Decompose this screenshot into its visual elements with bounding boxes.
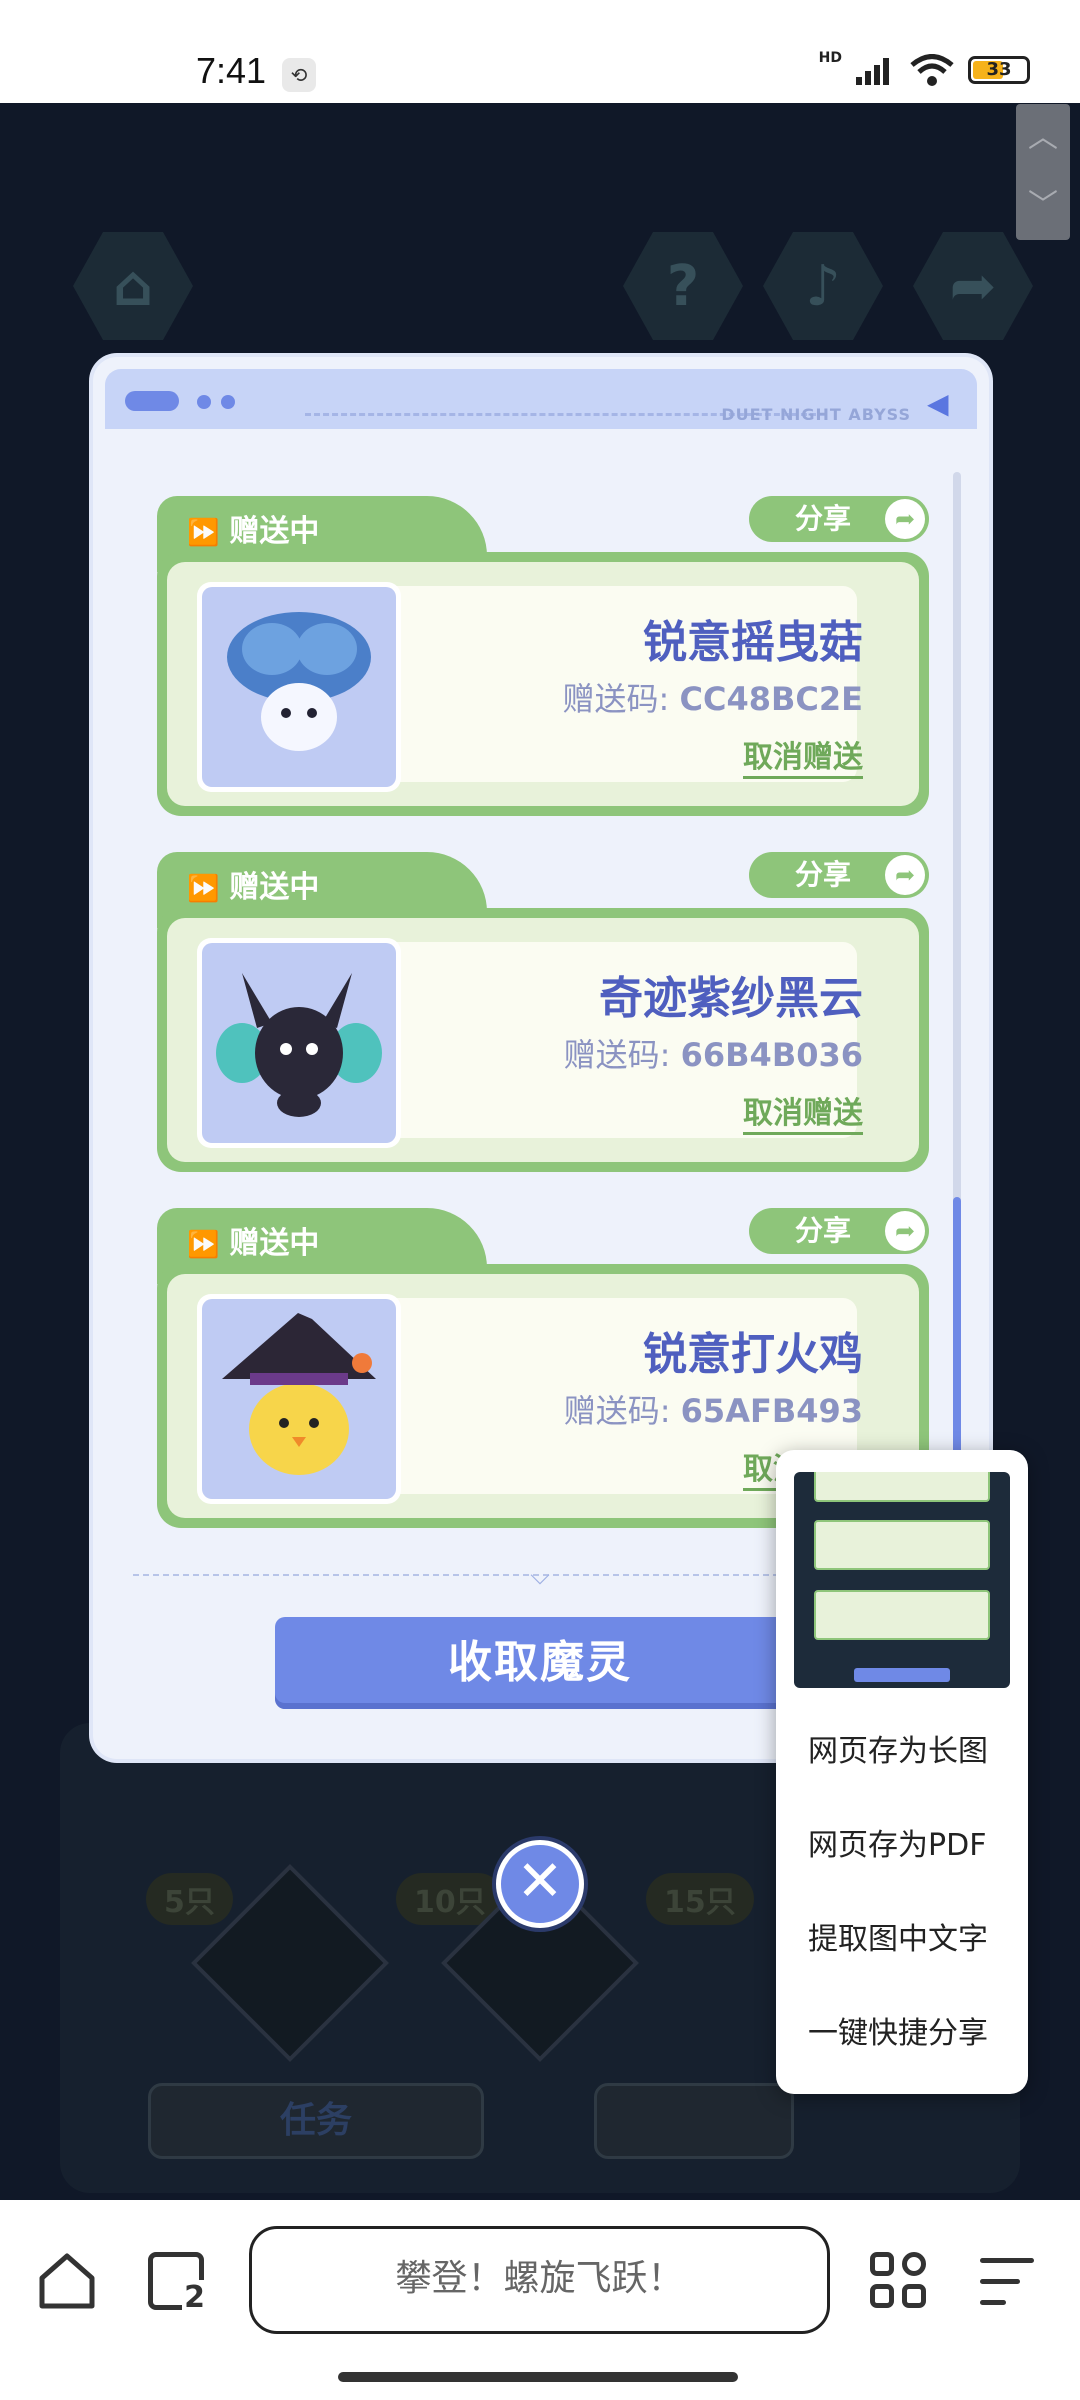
address-bar[interactable]: 攀登！螺旋飞跃！ (249, 2226, 830, 2334)
home-icon[interactable] (36, 2250, 98, 2312)
page-preview-thumbnail[interactable] (794, 1472, 1010, 1688)
collapse-icon[interactable]: ◀ (927, 389, 957, 419)
menu-icon[interactable] (980, 2254, 1038, 2310)
dialog-scroll-thumb[interactable] (953, 1197, 961, 1492)
share-icon: ➦ (913, 232, 1033, 340)
browser-bottom-bar: 2 攀登！螺旋飞跃！ (0, 2200, 1080, 2400)
bg-button (594, 2083, 794, 2159)
header-brand: DUET NIGHT ABYSS (721, 405, 911, 424)
home-icon: ⌂ (73, 232, 193, 340)
status-bar: 7:41 ⟲ HD 33 (0, 0, 1080, 103)
close-icon: ✕ (516, 1849, 564, 1914)
chevron-down-icon[interactable]: ﹀ (1016, 172, 1070, 240)
help-icon: ? (623, 232, 743, 340)
bg-tag: 15只 (646, 1873, 754, 1925)
page-scroll-control[interactable]: ︿ ﹀ (1016, 104, 1070, 240)
pet-thumbnail (197, 582, 401, 792)
share-arrow-icon: ➦ (885, 1211, 925, 1251)
close-dialog-button[interactable]: ✕ (496, 1840, 584, 1928)
fast-forward-icon: ⏩ (187, 1230, 220, 1260)
dialog-header: DUET NIGHT ABYSS ◀ (105, 369, 977, 429)
share-arrow-icon: ➦ (885, 855, 925, 895)
header-dot (221, 395, 235, 409)
music-icon: ♪ (763, 232, 883, 340)
header-pill (125, 391, 179, 411)
status-time: 7:41 (196, 50, 267, 91)
battery-icon: 33 (968, 56, 1030, 84)
pet-name: 锐意打火鸡 (643, 1329, 863, 1380)
share-button[interactable]: 分享 ➦ (749, 852, 929, 898)
mushroom-pet-image (227, 612, 371, 751)
network-type-label: HD (818, 50, 842, 66)
screenshot-context-menu: 网页存为长图 网页存为PDF 提取图中文字 一键快捷分享 (776, 1450, 1028, 2094)
share-button[interactable]: 分享 ➦ (749, 496, 929, 542)
card-status: 赠送中 (229, 1226, 320, 1261)
bg-tag: 5只 (146, 1873, 233, 1925)
tabs-button[interactable]: 2 (148, 2252, 207, 2315)
cancel-gift-link[interactable]: 取消赠送 (743, 732, 863, 779)
share-label: 分享 (795, 502, 852, 535)
gift-code: 赠送码: 66B4B036 (563, 1036, 863, 1074)
menu-item-quick-share[interactable]: 一键快捷分享 (808, 2008, 988, 2052)
chick-pet-image (222, 1313, 376, 1475)
pet-thumbnail (197, 1294, 401, 1504)
task-button: 任务 (148, 2083, 484, 2159)
card-status: 赠送中 (229, 514, 320, 549)
pet-name: 锐意摇曳菇 (643, 617, 863, 668)
gift-code: 赠送码: CC48BC2E (562, 680, 863, 718)
cancel-gift-link[interactable]: 取消赠送 (743, 1088, 863, 1135)
apps-grid-icon[interactable] (870, 2252, 928, 2310)
share-button[interactable]: 分享 ➦ (749, 1208, 929, 1254)
pet-name: 奇迹紫纱黑云 (599, 973, 863, 1024)
chevron-up-icon[interactable]: ︿ (1016, 104, 1070, 172)
fast-forward-icon: ⏩ (187, 518, 220, 548)
menu-item-extract-text[interactable]: 提取图中文字 (808, 1914, 988, 1958)
tab-count: 2 (182, 2280, 207, 2315)
wifi-icon (910, 54, 954, 86)
share-label: 分享 (795, 858, 852, 891)
collect-pets-button[interactable]: 收取魔灵 (275, 1617, 805, 1709)
status-icons: HD 33 (819, 50, 1030, 86)
gift-code: 赠送码: 65AFB493 (563, 1392, 863, 1430)
signal-icon (856, 58, 889, 85)
card-status: 赠送中 (229, 870, 320, 905)
share-arrow-icon: ➦ (885, 499, 925, 539)
header-dot (197, 395, 211, 409)
pet-thumbnail (197, 938, 401, 1148)
card-body: 锐意摇曳菇 赠送码: CC48BC2E 取消赠送 (157, 552, 929, 816)
menu-item-save-pdf[interactable]: 网页存为PDF (808, 1820, 986, 1864)
dialog-scrollbar[interactable] (953, 472, 961, 1492)
card-body: 奇迹紫纱黑云 赠送码: 66B4B036 取消赠送 (157, 908, 929, 1172)
fast-forward-icon: ⏩ (187, 874, 220, 904)
home-indicator[interactable] (338, 2372, 738, 2382)
dark-cloud-pet-image (216, 973, 382, 1117)
menu-item-save-long-image[interactable]: 网页存为长图 (808, 1726, 988, 1770)
gift-card: ⏩ 赠送中 分享 ➦ (157, 852, 929, 1172)
divider-ornament-icon: ⌵ (530, 1561, 550, 1591)
gift-card: ⏩ 赠送中 分享 ➦ (157, 496, 929, 816)
sync-icon: ⟲ (282, 58, 316, 92)
share-label: 分享 (795, 1214, 852, 1247)
